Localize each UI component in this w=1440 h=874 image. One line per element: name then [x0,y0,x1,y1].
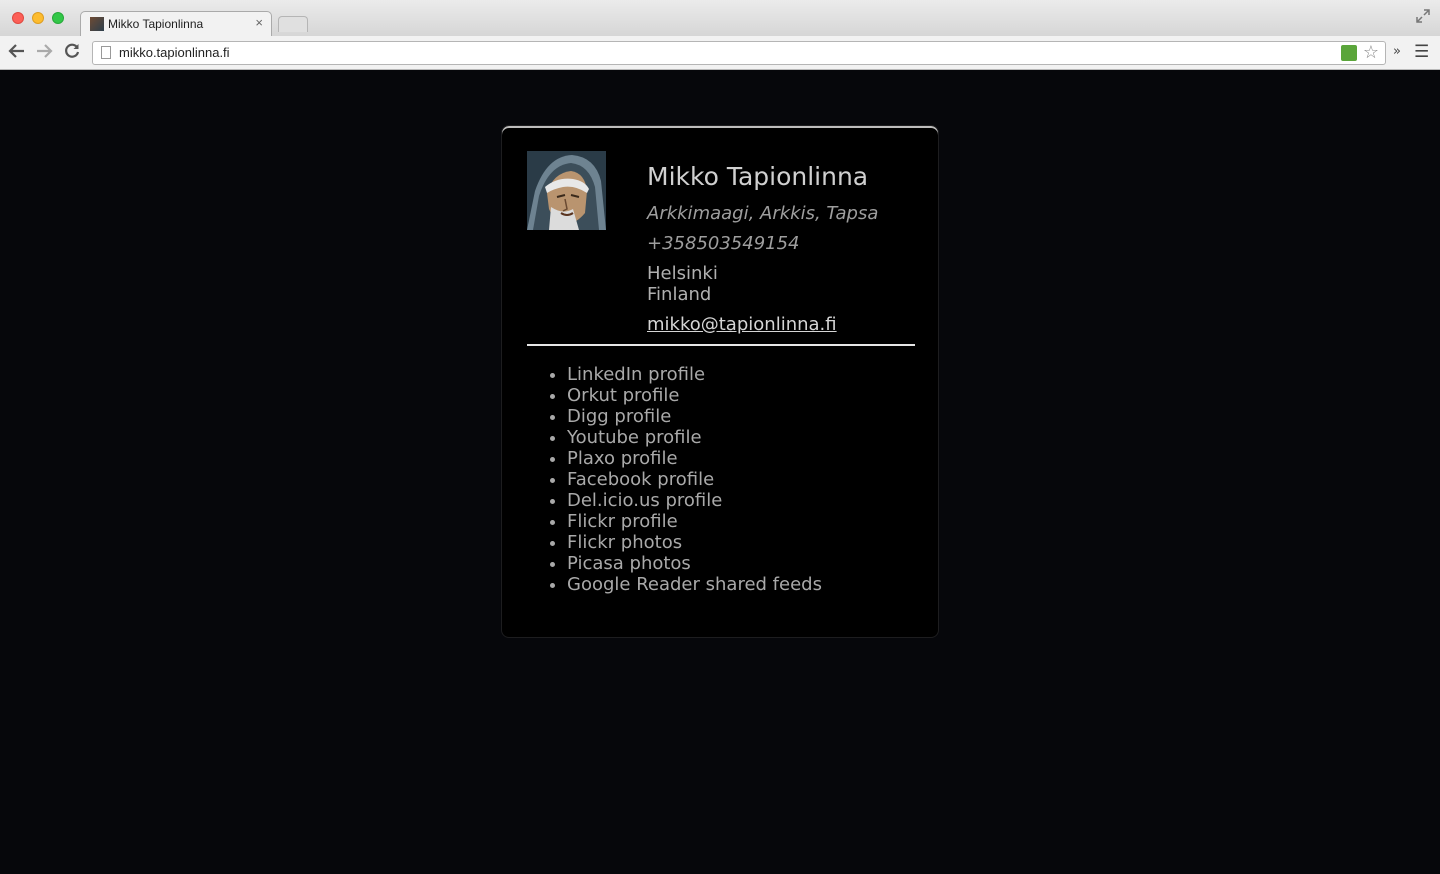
linkedin-profile-link[interactable]: LinkedIn profile [567,364,705,385]
new-tab-button[interactable] [278,16,308,32]
window-close-button[interactable] [12,12,24,24]
window-minimize-button[interactable] [32,12,44,24]
extension-icon[interactable] [1341,45,1357,61]
list-item: Picasa photos [567,553,822,574]
list-item: Flickr photos [567,532,822,553]
tab-title: Mikko Tapionlinna [108,17,204,31]
address-bar[interactable]: mikko.tapionlinna.fi ☆ [92,41,1386,65]
contact-city: Helsinki [647,263,718,284]
google-reader-feeds-link[interactable]: Google Reader shared feeds [567,574,822,595]
forward-arrow-icon[interactable] [35,42,53,65]
list-item: Flickr profile [567,511,822,532]
url-text[interactable]: mikko.tapionlinna.fi [119,45,230,60]
reload-icon[interactable] [63,42,81,65]
delicious-profile-link[interactable]: Del.icio.us profile [567,490,722,511]
contact-nicknames: Arkkimaagi, Arkkis, Tapsa [647,203,879,224]
contact-country: Finland [647,284,712,305]
list-item: Orkut profile [567,385,822,406]
list-item: Youtube profile [567,427,822,448]
browser-toolbar: mikko.tapionlinna.fi ☆ » ☰ [0,36,1440,70]
list-item: Google Reader shared feeds [567,574,822,595]
favicon-icon [90,17,104,31]
window-titlebar: Mikko Tapionlinna × [0,0,1440,36]
flickr-photos-link[interactable]: Flickr photos [567,532,682,553]
browser-tab[interactable]: Mikko Tapionlinna × [80,11,272,36]
back-arrow-icon[interactable] [8,42,26,65]
more-extensions-icon[interactable]: » [1393,44,1401,59]
email-link[interactable]: mikko@tapionlinna.fi [647,314,837,335]
divider [527,344,915,346]
profile-links-list: LinkedIn profile Orkut profile Digg prof… [547,364,822,595]
contact-name: Mikko Tapionlinna [647,162,869,191]
flickr-profile-link[interactable]: Flickr profile [567,511,678,532]
picasa-photos-link[interactable]: Picasa photos [567,553,691,574]
fullscreen-icon[interactable] [1416,9,1430,27]
list-item: Plaxo profile [567,448,822,469]
contact-card: Mikko Tapionlinna Arkkimaagi, Arkkis, Ta… [501,125,939,638]
list-item: Del.icio.us profile [567,490,822,511]
orkut-profile-link[interactable]: Orkut profile [567,385,679,406]
digg-profile-link[interactable]: Digg profile [567,406,671,427]
contact-phone: +358503549154 [647,233,800,254]
facebook-profile-link[interactable]: Facebook profile [567,469,714,490]
youtube-profile-link[interactable]: Youtube profile [567,427,702,448]
page-icon [101,46,111,59]
list-item: Facebook profile [567,469,822,490]
avatar [527,151,606,230]
plaxo-profile-link[interactable]: Plaxo profile [567,448,678,469]
list-item: LinkedIn profile [567,364,822,385]
bookmark-star-icon[interactable]: ☆ [1363,42,1379,64]
tab-close-icon[interactable]: × [255,15,263,30]
menu-icon[interactable]: ☰ [1414,42,1429,62]
window-maximize-button[interactable] [52,12,64,24]
list-item: Digg profile [567,406,822,427]
